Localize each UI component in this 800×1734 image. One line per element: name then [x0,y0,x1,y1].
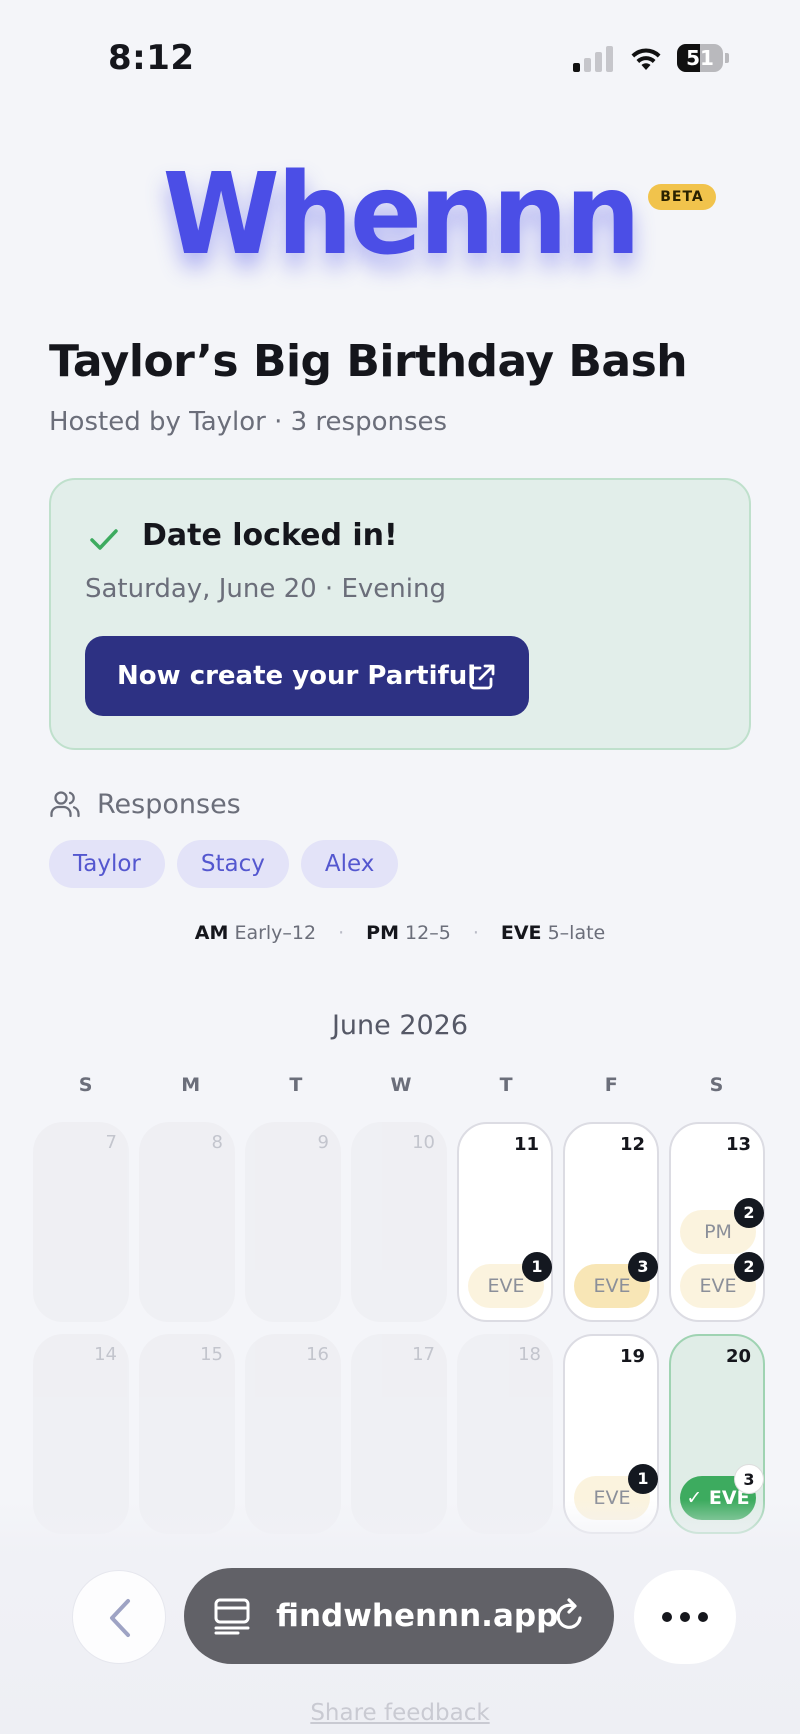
time-slot-pm[interactable]: PM 2 [680,1198,764,1254]
locked-title: Date locked in! [142,518,398,553]
responses-label: Responses [97,788,241,820]
day-number: 13 [725,1134,751,1155]
day-number: 15 [200,1344,223,1365]
response-count-badge: 1 [522,1252,552,1282]
locked-date: Saturday, June 20 · Evening [85,574,446,604]
status-time: 8:12 [108,38,195,78]
battery-icon: 51 [677,44,729,72]
wifi-icon [631,48,661,70]
day-number: 19 [619,1346,645,1367]
check-icon [90,529,118,550]
day-number: 20 [725,1346,751,1367]
signal-bar [573,63,580,72]
signal-bar [595,52,602,72]
responses-header: Responses [49,784,241,824]
more-button[interactable] [634,1570,736,1664]
responder-chip[interactable]: Stacy [176,840,289,888]
tabs-icon[interactable] [212,1596,252,1636]
weekday-label: T [499,1074,513,1096]
create-partiful-label: Now create your Partiful [117,661,477,691]
logo-text: Whennn [162,150,640,280]
response-count-badge: 3 [628,1252,658,1282]
response-count-badge: 2 [734,1198,764,1228]
weekday-label: F [604,1074,618,1096]
calendar-day-13[interactable]: 13 PM 2 EVE 2 [669,1122,765,1322]
weekday-label: M [181,1074,201,1096]
day-number: 7 [105,1132,117,1153]
responder-chips: Taylor Stacy Alex [49,840,399,888]
legend-item-eve: EVE 5–late [500,922,606,944]
weekday-label: S [78,1074,93,1096]
calendar-day-9: 9 [245,1122,341,1322]
status-bar: 8:12 51 [0,0,800,110]
time-slot-eve[interactable]: EVE 2 [680,1252,764,1308]
time-slot-label: EVE [593,1275,631,1297]
calendar-day-7: 7 [33,1122,129,1322]
day-number: 14 [94,1344,117,1365]
event-title: Taylor’s Big Birthday Bash [49,336,688,387]
month-title: June 2026 [331,1010,469,1041]
url-bar[interactable]: findwhennn.app [184,1568,614,1664]
users-icon [50,791,80,818]
event-meta: Hosted by Taylor · 3 responses [49,407,448,437]
weekday-label: S [709,1074,724,1096]
calendar-day-11[interactable]: 11 EVE 1 [457,1122,553,1322]
day-number: 12 [619,1134,645,1155]
time-slot-label: EVE [487,1275,525,1297]
time-slot-label: PM [704,1221,732,1243]
app-logo: Whennn [0,150,800,280]
more-icon [662,1612,708,1622]
legend-item-pm: PM 12–5 [366,922,451,944]
day-number: 10 [412,1132,435,1153]
time-slot-eve[interactable]: EVE 1 [468,1252,552,1308]
cellular-signal-icon [573,46,615,72]
day-number: 18 [518,1344,541,1365]
battery-level: 51 [686,46,714,70]
calendar-day-8: 8 [139,1122,235,1322]
day-number: 17 [412,1344,435,1365]
time-slot-eve[interactable]: EVE 3 [574,1252,658,1308]
time-legend: AM Early–12 · PM 12–5 · EVE 5–late [194,922,606,944]
calendar-day-10: 10 [351,1122,447,1322]
weekday-label: W [390,1074,412,1096]
day-number: 16 [306,1344,329,1365]
date-locked-card: Date locked in! Saturday, June 20 · Even… [49,478,751,750]
create-partiful-button[interactable]: Now create your Partiful [85,636,529,716]
day-number: 8 [211,1132,223,1153]
url-text: findwhennn.app [276,1598,559,1634]
weekday-header: S M T W T F S [33,1074,769,1096]
external-link-icon [469,664,495,690]
calendar-day-12[interactable]: 12 EVE 3 [563,1122,659,1322]
share-feedback-link[interactable]: Share feedback [0,1700,800,1726]
back-button[interactable] [72,1570,166,1664]
signal-bar [606,46,613,72]
response-count-badge: 2 [734,1252,764,1282]
back-chevron-icon [110,1599,130,1637]
weekday-label: T [289,1074,303,1096]
response-count-badge: 3 [734,1464,764,1494]
responder-chip[interactable]: Alex [300,840,399,888]
signal-bar [584,58,591,72]
beta-badge: BETA [648,184,716,210]
response-count-badge: 1 [628,1464,658,1494]
responder-chip[interactable]: Taylor [49,840,165,888]
calendar-grid: 7 8 9 10 11 EVE 1 12 EVE 3 13 PM 2 EVE 2 14 15 16 17 18 19 EV… [33,1122,769,1536]
day-number: 9 [317,1132,329,1153]
time-slot-label: EVE [699,1275,737,1297]
day-number: 11 [513,1134,539,1155]
reload-icon[interactable] [552,1598,588,1634]
legend-item-am: AM Early–12 [194,922,317,944]
